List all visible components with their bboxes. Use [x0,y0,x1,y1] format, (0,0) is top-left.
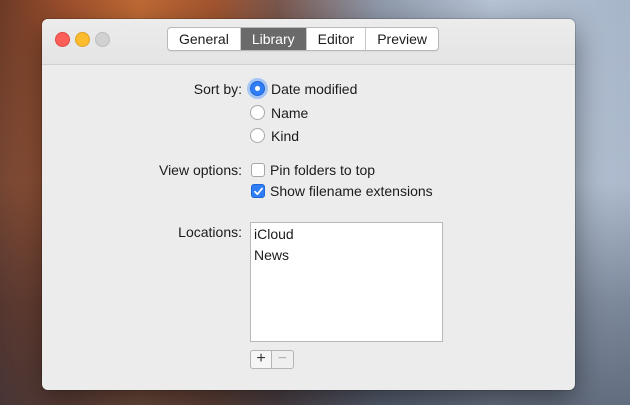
view-options-label: View options: [158,162,242,178]
pin-folders-checkbox[interactable] [251,163,265,177]
add-location-button[interactable]: + [250,350,272,369]
sort-by-label: Sort by: [193,81,242,97]
preferences-window: General Library Editor Preview Sort by: … [42,19,575,390]
sort-kind-radio[interactable] [250,128,265,143]
checkmark-icon [254,187,263,196]
show-extensions-label[interactable]: Show filename extensions [270,183,433,199]
sort-date-modified-label[interactable]: Date modified [271,81,357,97]
radio-dot-icon [255,86,260,91]
pin-folders-label[interactable]: Pin folders to top [270,162,375,178]
tab-editor[interactable]: Editor [307,28,367,50]
sort-kind-label[interactable]: Kind [271,128,299,144]
sort-date-modified-radio[interactable] [250,81,265,96]
tab-general[interactable]: General [168,28,241,50]
locations-list[interactable]: iCloud News [250,222,443,342]
title-bar: General Library Editor Preview [42,19,575,65]
zoom-window-button[interactable] [95,32,110,47]
location-item-news[interactable]: News [254,247,289,263]
location-item-icloud[interactable]: iCloud [254,226,294,242]
remove-location-button[interactable]: − [272,350,294,369]
locations-label: Locations: [178,224,242,240]
close-window-button[interactable] [55,32,70,47]
sort-name-radio[interactable] [250,105,265,120]
tab-preview[interactable]: Preview [366,28,438,50]
sort-name-label[interactable]: Name [271,105,308,121]
preferences-tabs: General Library Editor Preview [167,27,439,51]
tab-library[interactable]: Library [240,28,307,50]
show-extensions-checkbox[interactable] [251,184,265,198]
minimize-window-button[interactable] [75,32,90,47]
